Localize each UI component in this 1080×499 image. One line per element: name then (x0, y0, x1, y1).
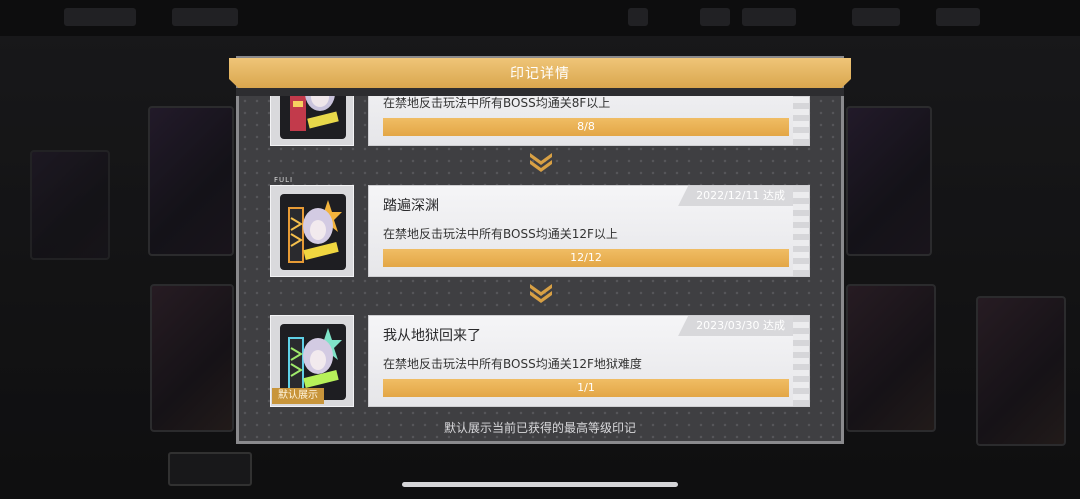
modal-title-bar: 印记详情 (229, 58, 851, 88)
emblem-description: 在禁地反击玩法中所有BOSS均通关12F地狱难度 (383, 357, 642, 371)
default-display-tag: 默认展示 (272, 388, 324, 404)
home-indicator[interactable] (402, 482, 678, 487)
emblem-series-tag: FULI (274, 176, 294, 184)
progress-bar: 12/12 (383, 249, 789, 267)
emblem-icon (280, 96, 346, 139)
footer-note: 默认展示当前已获得的最高等级印记 (443, 421, 636, 435)
progress-bar: 8/8 (383, 118, 789, 136)
emblem-name: 踏遍深渊 (383, 198, 439, 214)
emblem-icon (280, 194, 346, 270)
progress-label: 8/8 (577, 120, 595, 133)
emblem-info-card: 2023/03/30 达成 我从地狱回来了 在禁地反击玩法中所有BOSS均通关1… (368, 315, 810, 407)
emblem-info-card: 2022/12/11 达成 踏遍深渊 在禁地反击玩法中所有BOSS均通关12F以… (368, 185, 810, 277)
progress-label: 12/12 (570, 251, 602, 264)
emblem-icon-frame (270, 96, 354, 146)
emblem-icon-frame: 默认展示 (270, 315, 354, 407)
title-underline (236, 88, 844, 96)
emblem-icon-frame (270, 185, 354, 277)
emblem-info-card: 在禁地反击玩法中所有BOSS均通关8F以上 8/8 (368, 96, 810, 146)
emblem-description: 在禁地反击玩法中所有BOSS均通关8F以上 (383, 96, 611, 110)
achieved-date: 2022/12/11 达成 (678, 186, 793, 206)
chevron-double-down-icon (530, 284, 552, 303)
progress-label: 1/1 (577, 381, 595, 394)
modal-title: 印记详情 (510, 66, 570, 82)
chevron-double-down-icon (530, 153, 552, 172)
progress-bar: 1/1 (383, 379, 789, 397)
emblem-list[interactable]: 在禁地反击玩法中所有BOSS均通关8F以上 8/8 FULI 2022/12/1… (258, 96, 822, 414)
emblem-description: 在禁地反击玩法中所有BOSS均通关12F以上 (383, 227, 618, 241)
emblem-name: 我从地狱回来了 (383, 328, 481, 344)
achieved-date: 2023/03/30 达成 (678, 316, 793, 336)
game-screen: 印记详情 在禁地反击玩法中所有BOSS均通关8F以上 8/8 FULI 2022… (0, 0, 1080, 499)
